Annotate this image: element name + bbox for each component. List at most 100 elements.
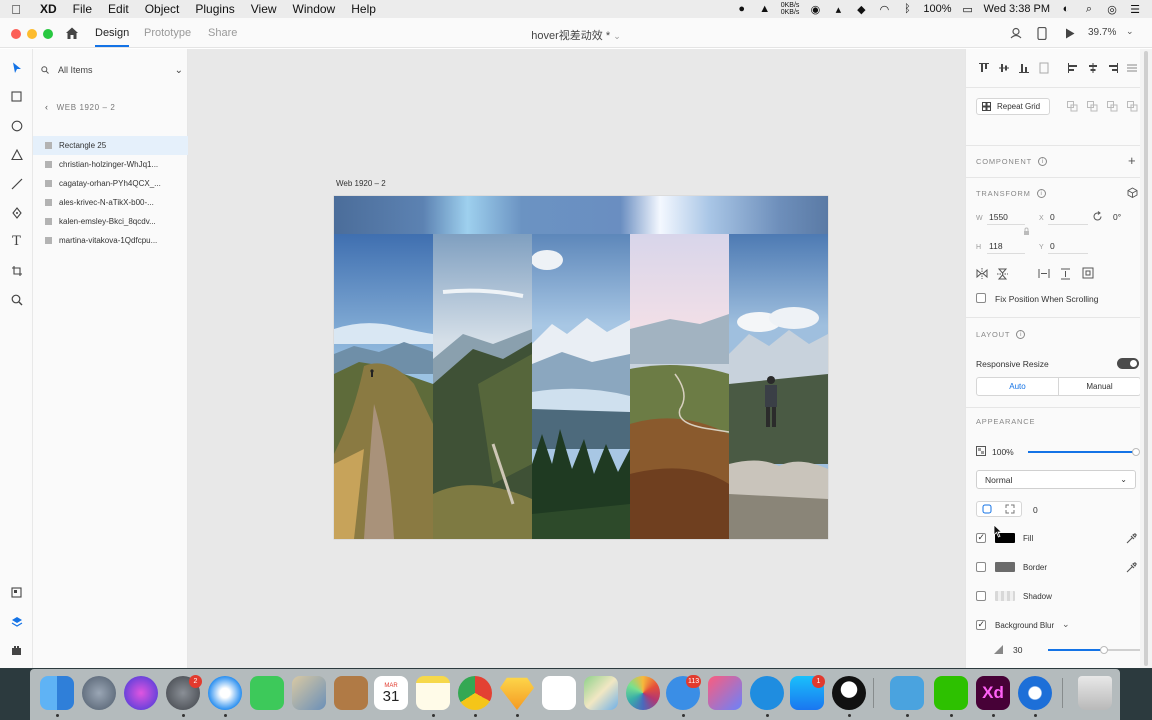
menu-object[interactable]: Object — [137, 2, 188, 16]
add-component-icon[interactable]: + — [1128, 153, 1136, 168]
fill-checkbox[interactable] — [976, 532, 986, 543]
play-preview-icon[interactable] — [1062, 25, 1078, 41]
landscape-photo-ridge[interactable] — [334, 234, 433, 539]
trash-icon[interactable] — [1078, 676, 1112, 710]
calendar-app-icon[interactable]: MAR 31 — [374, 676, 408, 710]
align-left-icon[interactable] — [1067, 62, 1079, 74]
layer-item[interactable]: Rectangle 25 — [33, 136, 188, 155]
script-app-icon[interactable] — [890, 676, 924, 710]
blur-amount-knob[interactable] — [1099, 646, 1108, 654]
zoom-level[interactable]: 39.7% — [1088, 27, 1116, 38]
polygon-tool-icon[interactable] — [8, 146, 25, 163]
flip-horizontal-icon[interactable] — [976, 268, 988, 279]
reminders-app-icon[interactable] — [542, 676, 576, 710]
menu-help[interactable]: Help — [343, 2, 384, 16]
zoom-chevron-down-icon[interactable]: ⌄ — [1126, 26, 1134, 37]
distribute-spacing-v-icon[interactable] — [1060, 268, 1071, 280]
bluetooth-icon[interactable]: ᛒ — [900, 3, 914, 15]
cat-icon[interactable]: ▲ — [758, 3, 772, 15]
layers-panel-icon[interactable] — [8, 613, 25, 630]
design-canvas[interactable]: Web 1920 – 2 — [188, 49, 965, 668]
y-input[interactable]: 0 — [1050, 241, 1055, 251]
layer-item[interactable]: cagatay-orhan-PYh4QCX_... — [33, 174, 188, 193]
align-bottom-icon[interactable] — [1018, 62, 1030, 74]
share-user-icon[interactable] — [1008, 25, 1024, 41]
menu-file[interactable]: File — [65, 2, 100, 16]
assets-panel-icon[interactable] — [8, 584, 25, 601]
plugins-panel-icon[interactable] — [8, 642, 25, 659]
corner-radius-input[interactable]: 0 — [1033, 505, 1038, 515]
per-corner-icon[interactable] — [1005, 504, 1015, 514]
artboard[interactable] — [334, 196, 828, 539]
eyedropper-icon[interactable] — [1126, 562, 1137, 573]
artboard-breadcrumb[interactable]: ‹ WEB 1920 – 2 — [45, 102, 115, 112]
boolean-exclude-icon[interactable] — [1127, 101, 1138, 112]
blend-mode-select[interactable]: Normal ⌄ — [976, 470, 1136, 489]
preview-app-icon[interactable] — [292, 676, 326, 710]
clock[interactable]: Wed 3:38 PM — [984, 3, 1050, 15]
eyedropper-icon[interactable] — [1126, 533, 1137, 544]
wechat-app-icon[interactable] — [934, 676, 968, 710]
photos-app-icon[interactable] — [626, 676, 660, 710]
distribute-spacing-h-icon[interactable] — [1038, 268, 1050, 279]
info-icon[interactable]: i — [1016, 330, 1026, 339]
siri-app-icon[interactable] — [124, 676, 158, 710]
layer-item[interactable]: martina-vitakova-1Qdfcpu... — [33, 231, 188, 250]
border-color-swatch[interactable] — [995, 562, 1015, 572]
maps-app-icon[interactable] — [584, 676, 618, 710]
resize-auto-button[interactable]: Auto — [977, 378, 1059, 395]
x-input[interactable]: 0 — [1050, 212, 1055, 222]
align-right-icon[interactable] — [1107, 62, 1119, 74]
fix-position-checkbox[interactable] — [976, 293, 986, 303]
launchpad-app-icon[interactable] — [82, 676, 116, 710]
blur-type-chevron-down-icon[interactable]: ⌄ — [1062, 619, 1070, 630]
menu-plugins[interactable]: Plugins — [187, 2, 242, 16]
wifi-icon[interactable]: ◠ — [877, 3, 891, 16]
uniform-corner-icon[interactable] — [982, 504, 992, 514]
landscape-photo-valley[interactable] — [433, 234, 532, 539]
layer-item[interactable]: ales-krivec-N-aTikX-b00-... — [33, 193, 188, 212]
mobile-preview-icon[interactable] — [1034, 25, 1050, 41]
padding-icon[interactable] — [1082, 267, 1094, 279]
repeat-grid-button[interactable]: Repeat Grid — [976, 98, 1050, 115]
text-tool-icon[interactable]: T — [8, 233, 25, 250]
distribute-vertical-icon[interactable] — [1038, 62, 1050, 74]
background-blur-checkbox[interactable] — [976, 619, 986, 630]
wechat-menubar-icon[interactable]: ◉ — [808, 3, 822, 16]
qq-menubar-icon[interactable]: ◆ — [854, 3, 868, 16]
height-input[interactable]: 118 — [989, 241, 1003, 251]
opacity-slider-knob[interactable] — [1132, 448, 1140, 456]
facetime-app-icon[interactable] — [250, 676, 284, 710]
qq-app-icon[interactable] — [832, 676, 866, 710]
notes-app-icon[interactable] — [416, 676, 450, 710]
flip-vertical-icon[interactable] — [997, 268, 1008, 280]
align-top-icon[interactable] — [978, 62, 990, 74]
finder-app-icon[interactable] — [40, 676, 74, 710]
align-center-icon[interactable] — [1087, 62, 1099, 74]
boolean-intersect-icon[interactable] — [1107, 101, 1118, 112]
align-middle-icon[interactable] — [998, 62, 1010, 74]
battery-icon[interactable]: ▭ — [961, 3, 975, 16]
layer-item[interactable]: christian-holzinger-WhJq1... — [33, 155, 188, 174]
artboard-tool-icon[interactable] — [8, 262, 25, 279]
lock-aspect-icon[interactable] — [1023, 227, 1030, 236]
pen-tool-icon[interactable] — [8, 204, 25, 221]
blur-amount-slider[interactable] — [1048, 646, 1141, 654]
chrome-app-icon[interactable] — [458, 676, 492, 710]
landscape-photo-glacier[interactable] — [532, 234, 630, 539]
inspector-scrollbar[interactable] — [1140, 49, 1152, 668]
music-app-icon[interactable] — [708, 676, 742, 710]
notification-icon[interactable]: ▴ — [831, 3, 845, 16]
contacts-app-icon[interactable] — [334, 676, 368, 710]
line-tool-icon[interactable] — [8, 175, 25, 192]
rectangle-tool-icon[interactable] — [8, 88, 25, 105]
blurred-rectangle[interactable] — [334, 196, 828, 234]
zoom-tool-icon[interactable] — [8, 291, 25, 308]
menu-window[interactable]: Window — [285, 2, 344, 16]
info-icon[interactable]: i — [1037, 157, 1047, 166]
border-checkbox[interactable] — [976, 562, 986, 572]
3d-transform-icon[interactable] — [1127, 187, 1138, 198]
artboard-title[interactable]: Web 1920 – 2 — [336, 179, 386, 188]
landscape-photo-summit[interactable] — [729, 234, 828, 539]
rotation-input[interactable]: 0° — [1113, 212, 1121, 222]
